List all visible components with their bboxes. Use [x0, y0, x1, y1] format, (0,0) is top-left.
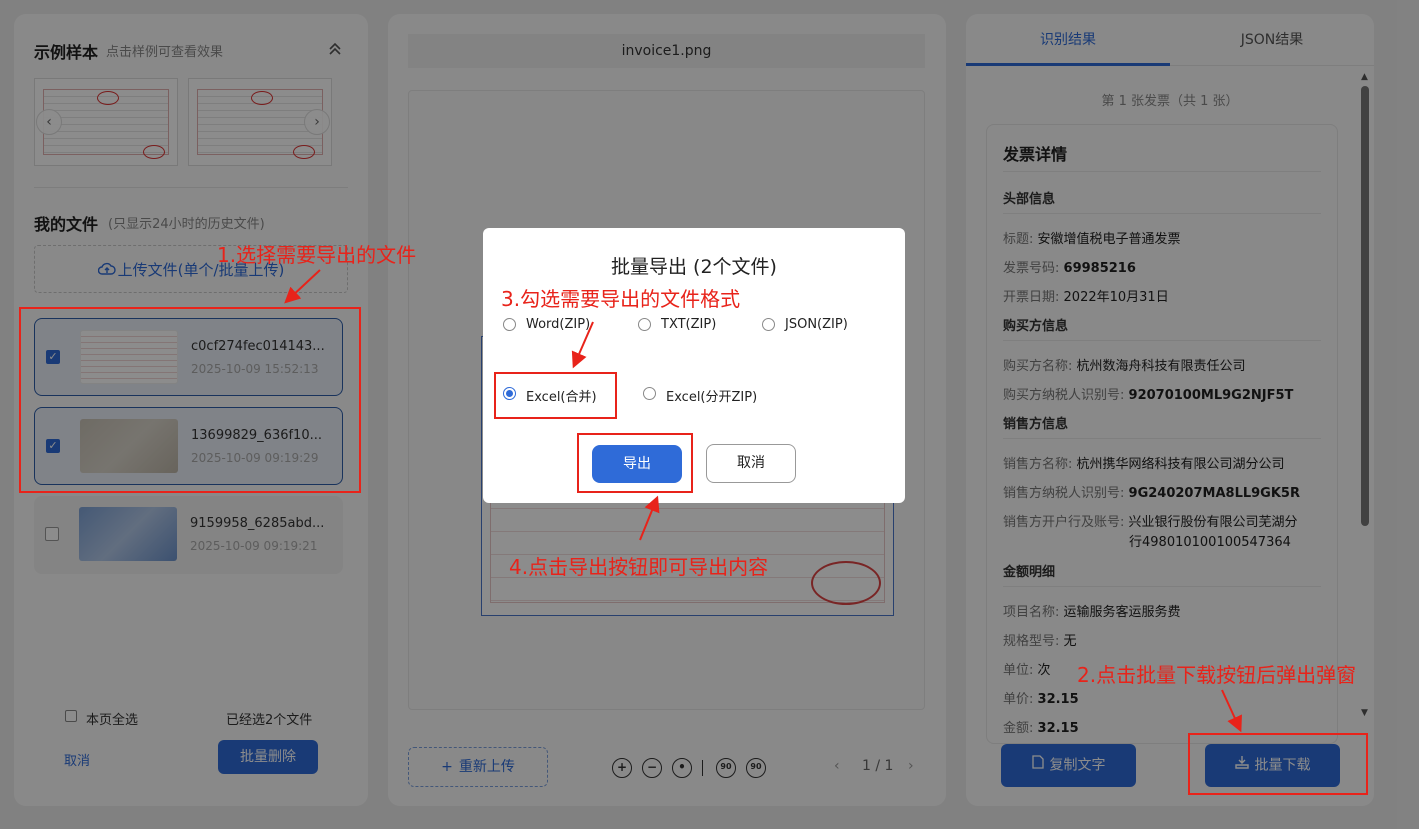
radio-word-zip[interactable]	[503, 318, 516, 331]
annotation-box-download	[1188, 733, 1368, 795]
option-txt-zip-label[interactable]: TXT(ZIP)	[661, 317, 716, 332]
batch-export-modal: 批量导出 (2个文件) Word(ZIP) TXT(ZIP) JSON(ZIP)…	[483, 228, 905, 503]
option-json-zip-label[interactable]: JSON(ZIP)	[785, 317, 848, 332]
option-excel-separate-zip-label[interactable]: Excel(分开ZIP)	[666, 386, 757, 405]
radio-excel-separate-zip[interactable]	[643, 387, 656, 400]
modal-title: 批量导出 (2个文件)	[611, 256, 777, 278]
annotation-box-export	[577, 433, 693, 493]
option-word-zip-label[interactable]: Word(ZIP)	[526, 317, 590, 332]
radio-txt-zip[interactable]	[638, 318, 651, 331]
annotation-step1: 1.选择需要导出的文件	[217, 243, 417, 267]
annotation-step3: 3.勾选需要导出的文件格式	[501, 287, 741, 311]
annotation-step4: 4.点击导出按钮即可导出内容	[509, 555, 769, 579]
radio-json-zip[interactable]	[762, 318, 775, 331]
annotation-step2: 2.点击批量下载按钮后弹出弹窗	[1077, 663, 1357, 687]
annotation-box-format	[494, 372, 617, 419]
annotation-box-files	[19, 307, 361, 493]
modal-cancel-button[interactable]: 取消	[706, 444, 796, 483]
